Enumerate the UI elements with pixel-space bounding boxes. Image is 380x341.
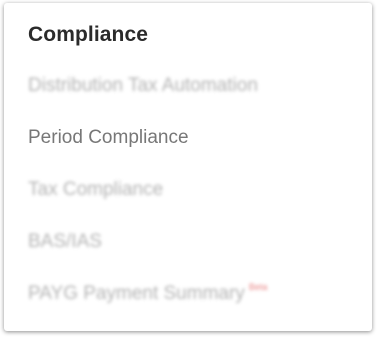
menu-item-bas-ias[interactable]: BAS/IAS [28,229,362,255]
compliance-menu: Compliance Distribution Tax Automation P… [28,21,362,307]
menu-item-label: PAYG Payment Summary [28,283,245,304]
menu-item-tax-compliance[interactable]: Tax Compliance [28,177,362,203]
compliance-menu-panel: Compliance Distribution Tax Automation P… [4,3,372,331]
menu-item-period-compliance[interactable]: Period Compliance [28,125,362,151]
menu-item-label: Distribution Tax Automation [28,75,258,96]
menu-item-distribution-tax-automation[interactable]: Distribution Tax Automation [28,73,362,99]
menu-item-label: BAS/IAS [28,231,102,252]
menu-item-label: Tax Compliance [28,179,164,200]
menu-item-payg-payment-summary[interactable]: PAYG Payment Summary Beta [28,281,362,307]
menu-title: Compliance [28,23,149,46]
beta-badge: Beta [248,282,268,292]
menu-item-label: Period Compliance [28,127,189,148]
